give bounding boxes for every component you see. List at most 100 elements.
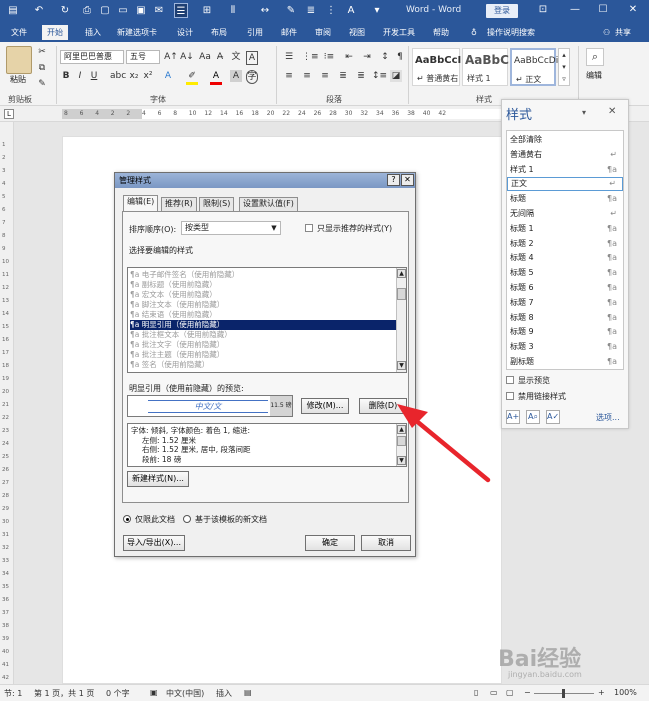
italic-icon[interactable]: I bbox=[74, 70, 86, 82]
macro-icon[interactable]: ▤ bbox=[244, 688, 252, 697]
only-doc-radio[interactable] bbox=[123, 515, 131, 523]
tab-design[interactable]: 设计 bbox=[172, 25, 198, 40]
scroll-up-icon[interactable]: ▲ bbox=[397, 425, 406, 434]
scroll-down-icon[interactable]: ▼ bbox=[397, 361, 406, 370]
print-layout-icon[interactable]: ▭ bbox=[490, 688, 498, 697]
font-name-select[interactable]: 阿里巴巴普惠 bbox=[60, 50, 124, 64]
help-icon[interactable]: ? bbox=[387, 174, 400, 186]
style-pane-item[interactable]: 标题 9 ¶a bbox=[507, 325, 623, 339]
style-pane-item[interactable]: 标题 4 ¶a bbox=[507, 251, 623, 265]
copy-icon[interactable]: ⧉ bbox=[36, 62, 48, 74]
columns-icon[interactable]: ⫴ bbox=[226, 3, 240, 18]
edit-label[interactable]: 编辑 bbox=[586, 70, 602, 81]
text-effects-icon[interactable]: A bbox=[162, 70, 174, 82]
styles-scroll-icon[interactable]: ▴ ▾ ▿ bbox=[558, 48, 570, 86]
style-normal-right[interactable]: AaBbCcI ↵ 普通黄右 bbox=[412, 48, 461, 86]
print-preview-icon[interactable]: ⎙ bbox=[80, 3, 94, 18]
new-style-button[interactable]: 新建样式(N)... bbox=[127, 471, 189, 487]
style-list[interactable]: ¶a 电子邮件签名（使用前隐藏） ¶a 副标题（使用前隐藏） ¶a 宏文本（使用前隐… bbox=[127, 267, 407, 373]
style-list-item[interactable]: ¶a 批注主题（使用前隐藏） bbox=[130, 350, 398, 360]
tell-me-search[interactable]: 操作说明搜索 bbox=[482, 25, 540, 40]
search-icon[interactable]: ⌕ bbox=[586, 48, 604, 66]
style-pane-item[interactable]: 全部清除 bbox=[507, 133, 623, 147]
format-painter-icon[interactable]: ✎ bbox=[36, 78, 48, 90]
style-pane-item[interactable]: 样式 1 ¶a bbox=[507, 163, 623, 177]
zoom-slider[interactable] bbox=[534, 689, 594, 698]
tab-file[interactable]: 文件 bbox=[6, 25, 32, 40]
delete-button[interactable]: 删除(D) bbox=[359, 398, 407, 414]
style-list-item[interactable]: ¶a 宏文本（使用前隐藏） bbox=[130, 290, 398, 300]
pane-close-icon[interactable]: ✕ bbox=[608, 106, 616, 117]
lightbulb-icon[interactable]: ♁ bbox=[466, 25, 482, 40]
list-icon[interactable]: ≣ bbox=[304, 3, 318, 18]
show-marks-icon[interactable]: ¶ bbox=[394, 51, 406, 63]
style-list-item[interactable]: ¶a 副标题（使用前隐藏） bbox=[130, 280, 398, 290]
scroll-up-icon[interactable]: ▲ bbox=[397, 269, 406, 278]
tab-references[interactable]: 引用 bbox=[242, 25, 268, 40]
read-view-icon[interactable]: ▯ bbox=[474, 688, 478, 697]
phonetic-icon[interactable]: 文 bbox=[230, 51, 242, 63]
char-border-icon[interactable]: A bbox=[246, 51, 258, 65]
dialog-close-icon[interactable]: ✕ bbox=[401, 174, 414, 186]
tab-view[interactable]: 视图 bbox=[344, 25, 370, 40]
justify-icon[interactable]: ≣ bbox=[336, 70, 350, 82]
pane-options-link[interactable]: 选项... bbox=[596, 412, 620, 423]
style-pane-item[interactable]: 无间隔 ↵ bbox=[507, 207, 623, 221]
status-section[interactable]: 节: 1 bbox=[4, 688, 22, 699]
font-size-quick-icon[interactable]: A bbox=[344, 3, 358, 18]
increase-indent-icon[interactable]: ⇥ bbox=[360, 51, 374, 63]
style-pane-item[interactable]: 标题 ¶a bbox=[507, 192, 623, 206]
disable-linked-checkbox[interactable] bbox=[506, 392, 514, 400]
ok-button[interactable]: 确定 bbox=[305, 535, 355, 551]
style-pane-item[interactable]: 标题 3 ¶a bbox=[507, 340, 623, 354]
bullets-icon[interactable]: ☰ bbox=[282, 51, 296, 63]
scroll-thumb[interactable] bbox=[397, 436, 406, 446]
ribbon-display-icon[interactable]: ⊡ bbox=[534, 2, 552, 18]
login-button[interactable]: 登录 bbox=[486, 4, 518, 18]
cut-icon[interactable]: ✂ bbox=[36, 46, 48, 58]
quick-save-icon[interactable]: ▣ bbox=[134, 3, 148, 18]
undo-icon[interactable]: ↶ bbox=[32, 3, 46, 18]
style-list-item[interactable]: ¶a 电子邮件签名（使用前隐藏） bbox=[130, 270, 398, 280]
tab-home[interactable]: 开始 bbox=[42, 25, 68, 40]
status-insert[interactable]: 插入 bbox=[216, 688, 232, 699]
style-list-item[interactable]: ¶a 结束语（使用前隐藏） bbox=[130, 310, 398, 320]
enclose-char-icon[interactable]: 字 bbox=[246, 70, 258, 84]
change-case-icon[interactable]: Aa bbox=[198, 51, 212, 63]
font-color-icon[interactable]: A bbox=[210, 70, 222, 85]
zoom-in-icon[interactable]: + bbox=[598, 688, 605, 697]
style-pane-item[interactable]: 正文 ↵ bbox=[507, 177, 623, 192]
font-size-select[interactable]: 五号 bbox=[126, 50, 160, 64]
strikethrough-icon[interactable]: abc bbox=[110, 70, 126, 82]
decrease-indent-icon[interactable]: ⇤ bbox=[342, 51, 356, 63]
subscript-icon[interactable]: x₂ bbox=[128, 70, 140, 82]
multilevel-icon[interactable]: ⁝≡ bbox=[322, 51, 336, 63]
numbered-list-icon[interactable]: ⋮ bbox=[324, 3, 338, 18]
close-icon[interactable]: ✕ bbox=[624, 2, 642, 18]
bold-icon[interactable]: B bbox=[60, 70, 72, 82]
paste-icon[interactable] bbox=[6, 46, 32, 74]
tab-set-defaults[interactable]: 设置默认值(F) bbox=[239, 197, 298, 211]
web-layout-icon[interactable]: ▢ bbox=[506, 688, 514, 697]
style-list-item[interactable]: ¶a 签名（使用前隐藏） bbox=[130, 360, 398, 370]
style-style1[interactable]: AaBbC 样式 1 bbox=[462, 48, 509, 86]
show-preview-checkbox[interactable] bbox=[506, 376, 514, 384]
style-pane-item[interactable]: 普通黄右 ↵ bbox=[507, 148, 623, 162]
tab-recommend[interactable]: 推荐(R) bbox=[161, 197, 197, 211]
only-recommended-checkbox[interactable] bbox=[305, 224, 313, 232]
maximize-icon[interactable]: ☐ bbox=[594, 2, 612, 18]
grow-font-icon[interactable]: A↑ bbox=[164, 51, 178, 63]
tab-review[interactable]: 审阅 bbox=[310, 25, 336, 40]
desc-scrollbar[interactable]: ▲ ▼ bbox=[396, 424, 406, 466]
modify-button[interactable]: 修改(M)... bbox=[301, 398, 349, 414]
style-list-item[interactable]: ¶a 脚注文本（使用前隐藏） bbox=[130, 300, 398, 310]
pane-options-icon[interactable]: ▾ bbox=[582, 108, 586, 117]
open-icon[interactable]: ▭ bbox=[116, 3, 130, 18]
style-pane-item[interactable]: 标题 7 ¶a bbox=[507, 296, 623, 310]
style-list-item[interactable]: ¶a 批注文字（使用前隐藏） bbox=[130, 340, 398, 350]
style-pane-item[interactable]: 标题 2 ¶a bbox=[507, 237, 623, 251]
sort-order-select[interactable]: 按类型 ▼ bbox=[181, 221, 281, 235]
import-export-button[interactable]: 导入/导出(X)... bbox=[123, 535, 185, 551]
new-style-icon[interactable]: A+ bbox=[506, 410, 520, 424]
zoom-level[interactable]: 100% bbox=[614, 688, 637, 697]
